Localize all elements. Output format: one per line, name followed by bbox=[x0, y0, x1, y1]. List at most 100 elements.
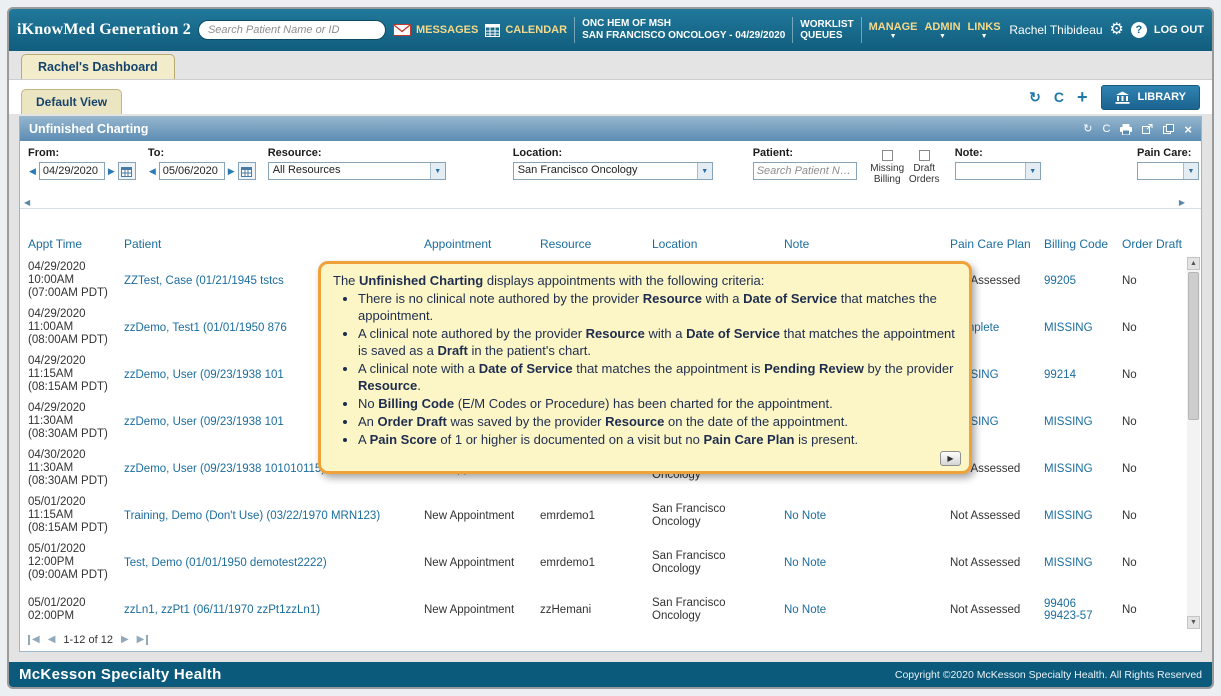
calendar-button[interactable]: CALENDAR bbox=[485, 23, 567, 37]
pain-care-value bbox=[1138, 163, 1183, 179]
scroll-up-icon[interactable]: ▲ bbox=[1187, 257, 1200, 270]
date-next-icon[interactable]: ▶ bbox=[227, 166, 236, 177]
note-link[interactable]: No Note bbox=[784, 510, 826, 522]
table-scrollbar[interactable]: ▲ ▼ bbox=[1187, 257, 1200, 629]
column-header[interactable]: Location bbox=[648, 209, 780, 257]
worklist-queues-button[interactable]: WORKLIST QUEUES bbox=[800, 19, 853, 41]
billing-code-link[interactable]: 99205 bbox=[1044, 275, 1076, 287]
panel-refresh-icon[interactable]: ↻ bbox=[1083, 124, 1092, 135]
note-select[interactable]: ▼ bbox=[955, 162, 1041, 180]
note-link[interactable]: No Note bbox=[784, 557, 826, 569]
patient-filter-input[interactable] bbox=[753, 162, 857, 180]
app-logo: iKnowMed Generation 2 bbox=[17, 21, 191, 39]
missing-billing-checkbox[interactable] bbox=[882, 150, 893, 161]
user-name[interactable]: Rachel Thibideau bbox=[1009, 23, 1102, 37]
next-page-icon[interactable]: ▶ bbox=[121, 635, 129, 645]
appt-time-cell: 04/30/202011:30AM(08:30AM PDT) bbox=[24, 445, 120, 492]
scroll-right-icon[interactable]: ▶ bbox=[1179, 198, 1185, 207]
envelope-icon bbox=[393, 24, 411, 36]
patient-link[interactable]: Test, Demo (01/01/1950 demotest2222) bbox=[124, 557, 327, 569]
copyright-text: Copyright ©2020 McKesson Specialty Healt… bbox=[895, 669, 1202, 681]
to-date-input[interactable] bbox=[159, 162, 225, 180]
patient-link[interactable]: zzDemo, User (09/23/1938 101 bbox=[124, 369, 284, 381]
billing-code-link[interactable]: MISSING bbox=[1044, 463, 1093, 475]
billing-code-link[interactable]: 99214 bbox=[1044, 369, 1076, 381]
calendar-icon bbox=[485, 23, 500, 37]
messages-button[interactable]: MESSAGES bbox=[393, 24, 478, 36]
location-select[interactable]: San Francisco Oncology ▼ bbox=[513, 162, 713, 180]
column-header[interactable]: Resource bbox=[536, 209, 648, 257]
patient-cell: Test, Demo (01/01/1950 demotest2222) bbox=[120, 539, 420, 586]
tooltip-intro: The Unfinished Charting displays appoint… bbox=[333, 272, 955, 289]
add-widget-icon[interactable]: + bbox=[1077, 87, 1088, 108]
links-menu[interactable]: LINKS ▼ bbox=[968, 21, 1001, 40]
column-header[interactable]: Billing Code bbox=[1040, 209, 1118, 257]
dashboard-tab-bar: Rachel's Dashboard bbox=[9, 51, 1212, 80]
tab-default-view[interactable]: Default View bbox=[21, 89, 122, 114]
billing-code-link[interactable]: 99406 99423-57 bbox=[1044, 598, 1093, 622]
column-header[interactable]: Note bbox=[780, 209, 946, 257]
appointment-cell: New Appointment bbox=[420, 586, 536, 629]
billing-code-link[interactable]: MISSING bbox=[1044, 322, 1093, 334]
from-date-input[interactable] bbox=[39, 162, 105, 180]
refresh-cache-icon[interactable]: C bbox=[1054, 89, 1064, 105]
date-next-icon[interactable]: ▶ bbox=[107, 166, 116, 177]
print-icon[interactable] bbox=[1120, 124, 1132, 135]
refresh-all-icon[interactable]: ↻ bbox=[1029, 89, 1041, 106]
logout-button[interactable]: LOG OUT bbox=[1154, 24, 1204, 36]
last-page-icon[interactable]: ▶ bbox=[137, 635, 149, 645]
billing-code-cell: MISSING bbox=[1040, 492, 1118, 539]
billing-code-cell: MISSING bbox=[1040, 445, 1118, 492]
pain-care-select[interactable]: ▼ bbox=[1137, 162, 1199, 180]
gear-icon[interactable]: ⚙ bbox=[1110, 22, 1124, 38]
patient-link[interactable]: ZZTest, Case (01/21/1945 tstcs bbox=[124, 275, 284, 287]
column-header[interactable]: Appt Time bbox=[24, 209, 120, 257]
date-picker-icon[interactable] bbox=[238, 162, 256, 180]
panel-cache-icon[interactable]: C bbox=[1102, 124, 1110, 135]
date-prev-icon[interactable]: ◀ bbox=[148, 166, 157, 177]
play-button[interactable]: ▶ bbox=[940, 451, 961, 466]
date-prev-icon[interactable]: ◀ bbox=[28, 166, 37, 177]
filter-from: From: ◀ ▶ bbox=[28, 147, 136, 208]
column-header[interactable]: Appointment bbox=[420, 209, 536, 257]
billing-code-link[interactable]: MISSING bbox=[1044, 416, 1093, 428]
export-icon[interactable] bbox=[1142, 124, 1153, 134]
patient-link[interactable]: zzDemo, User (09/23/1938 101 bbox=[124, 416, 284, 428]
column-header[interactable]: Order Draft bbox=[1118, 209, 1188, 257]
column-header[interactable]: Patient bbox=[120, 209, 420, 257]
practice-selector[interactable]: ONC HEM OF MSH SAN FRANCISCO ONCOLOGY - … bbox=[582, 18, 785, 42]
column-header[interactable]: Pain Care Plan bbox=[946, 209, 1040, 257]
date-picker-icon[interactable] bbox=[118, 162, 136, 180]
patient-link[interactable]: Training, Demo (Don't Use) (03/22/1970 M… bbox=[124, 510, 380, 522]
popout-icon[interactable] bbox=[1163, 124, 1174, 134]
tab-rachels-dashboard[interactable]: Rachel's Dashboard bbox=[21, 54, 175, 79]
patient-link[interactable]: zzDemo, Test1 (01/01/1950 876 bbox=[124, 322, 287, 334]
app-window: iKnowMed Generation 2 MESSAGES CALENDAR … bbox=[7, 7, 1214, 689]
help-icon[interactable]: ? bbox=[1131, 22, 1147, 38]
order-draft-cell: No bbox=[1118, 586, 1188, 629]
filter-resource: Resource: All Resources ▼ bbox=[268, 147, 446, 208]
prev-page-icon[interactable]: ◀ bbox=[48, 635, 56, 645]
scroll-left-icon[interactable]: ◀ bbox=[24, 198, 30, 207]
patient-label: Patient: bbox=[753, 147, 857, 159]
close-icon[interactable]: × bbox=[1184, 124, 1192, 135]
manage-menu[interactable]: MANAGE ▼ bbox=[869, 21, 918, 40]
note-link[interactable]: No Note bbox=[784, 604, 826, 616]
billing-code-link[interactable]: MISSING bbox=[1044, 557, 1093, 569]
admin-menu[interactable]: ADMIN ▼ bbox=[924, 21, 960, 40]
pain-care-plan-cell: Not Assessed bbox=[946, 586, 1040, 629]
patient-link[interactable]: zzDemo, User (09/23/1938 101010115) bbox=[124, 463, 325, 475]
resource-select[interactable]: All Resources ▼ bbox=[268, 162, 446, 180]
patient-link[interactable]: zzLn1, zzPt1 (06/11/1970 zzPt1zzLn1) bbox=[124, 604, 320, 616]
draft-orders-checkbox[interactable] bbox=[919, 150, 930, 161]
library-button[interactable]: LIBRARY bbox=[1101, 85, 1200, 110]
scroll-down-ic[interactable]: ▼ bbox=[1187, 616, 1200, 629]
billing-code-cell: MISSING bbox=[1040, 398, 1118, 445]
scrollbar-thumb[interactable] bbox=[1188, 272, 1199, 420]
pagination-range: 1-12 of 12 bbox=[63, 634, 113, 646]
first-page-icon[interactable]: ◀ bbox=[28, 635, 40, 645]
global-patient-search-input[interactable] bbox=[198, 20, 386, 40]
billing-code-link[interactable]: MISSING bbox=[1044, 510, 1093, 522]
manage-label: MANAGE bbox=[869, 21, 918, 33]
links-label: LINKS bbox=[968, 21, 1001, 33]
